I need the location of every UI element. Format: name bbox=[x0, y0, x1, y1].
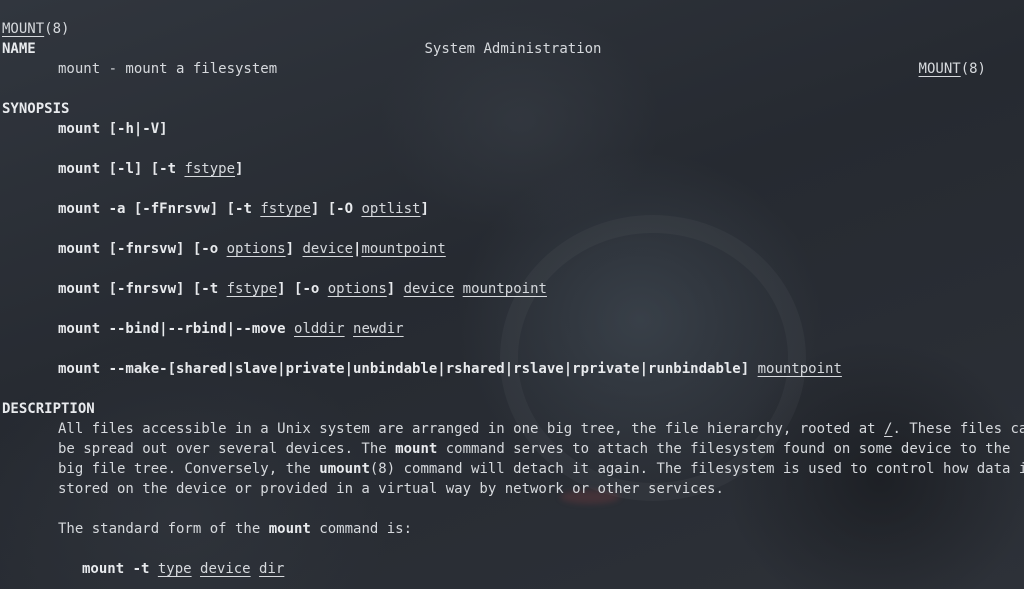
header-right: MOUNT(8) bbox=[918, 61, 986, 77]
synopsis-line: mount [-fnrsvw] [-o options] device|moun… bbox=[58, 241, 446, 257]
man-header: MOUNT(8) System Administration MOUNT(8) bbox=[2, 0, 1024, 77]
section-synopsis-heading: SYNOPSIS bbox=[2, 101, 70, 117]
section-description-heading: DESCRIPTION bbox=[2, 401, 95, 417]
description-line: be spread out over several devices. The … bbox=[58, 441, 1011, 457]
name-line: mount - mount a filesystem bbox=[58, 61, 278, 77]
description-line: All files accessible in a Unix system ar… bbox=[58, 421, 1024, 437]
synopsis-line: mount --bind|--rbind|--move olddir newdi… bbox=[58, 321, 404, 337]
header-center: System Administration bbox=[424, 41, 602, 57]
description-line: big file tree. Conversely, the umount(8)… bbox=[58, 461, 1024, 477]
standard-form-line: mount -t type device dir bbox=[82, 561, 285, 577]
description-line: stored on the device or provided in a vi… bbox=[58, 481, 724, 497]
header-left: MOUNT(8) bbox=[2, 21, 70, 37]
synopsis-line: mount [-l] [-t fstype] bbox=[58, 161, 244, 177]
synopsis-line: mount [-h|-V] bbox=[58, 121, 168, 137]
description-line: The standard form of the mount command i… bbox=[58, 521, 413, 537]
section-name-heading: NAME bbox=[2, 41, 36, 57]
terminal-man-page[interactable]: MOUNT(8) System Administration MOUNT(8) … bbox=[2, 0, 1024, 589]
synopsis-line: mount -a [-fFnrsvw] [-t fstype] [-O optl… bbox=[58, 201, 429, 217]
synopsis-line: mount --make-[shared|slave|private|unbin… bbox=[58, 361, 842, 377]
synopsis-line: mount [-fnrsvw] [-t fstype] [-o options]… bbox=[58, 281, 547, 297]
